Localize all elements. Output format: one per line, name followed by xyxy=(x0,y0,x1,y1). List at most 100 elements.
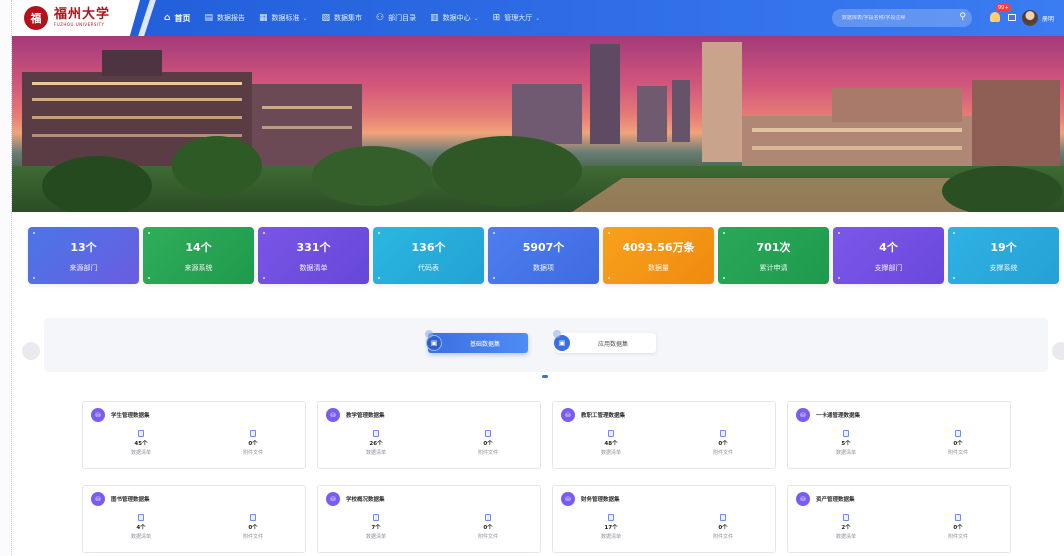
metric-label: 数据清单 xyxy=(130,534,151,540)
stat-label: 支撑系统 xyxy=(989,263,1018,272)
search-icon[interactable]: ⚲ xyxy=(959,12,966,22)
nav-item-label: 首页 xyxy=(174,13,191,23)
stat-card[interactable]: 19个支撑系统 xyxy=(948,227,1059,284)
dataset-group-icon: ⛁ xyxy=(91,492,105,506)
metric-attachments[interactable]: 0个 附件文件 xyxy=(693,514,753,540)
dataset-card[interactable]: ⛁ 教职工管理数据集 48个 数据清单 0个 附件文件 xyxy=(552,401,776,469)
metric-list[interactable]: 17个 数据清单 xyxy=(581,514,641,540)
metric-attachments[interactable]: 0个 附件文件 xyxy=(693,430,753,456)
metric-value: 4个 xyxy=(136,525,146,531)
nav-item-3[interactable]: ▧ 数据集市 xyxy=(322,13,363,23)
nav-item-4[interactable]: ⚇ 部门目录 xyxy=(376,13,416,23)
dataset-card[interactable]: ⛁ 学生管理数据集 45个 数据清单 0个 附件文件 xyxy=(82,401,306,469)
metric-attachments[interactable]: 0个 附件文件 xyxy=(223,514,283,540)
dataset-title: 一卡通管理数据集 xyxy=(816,413,861,419)
dataset-title: 教职工管理数据集 xyxy=(581,413,626,419)
nav-item-label: 管理大厅 xyxy=(504,14,533,22)
file-icon xyxy=(485,430,491,437)
metric-list[interactable]: 2个数据清单 xyxy=(816,514,876,540)
prev-arrow-button[interactable] xyxy=(22,342,40,360)
nav-item-5[interactable]: ▥ 数据中心 ⌄ xyxy=(430,13,479,23)
metric-value: 17个 xyxy=(604,525,618,531)
next-arrow-button[interactable] xyxy=(1052,342,1064,360)
list-icon xyxy=(138,514,144,521)
stat-card[interactable]: 5907个 数据项 xyxy=(488,227,599,284)
center-icon: ▥ xyxy=(430,13,439,23)
stat-value: 701次 xyxy=(756,240,791,254)
avatar[interactable] xyxy=(1022,10,1038,26)
stat-label: 数据清单 xyxy=(299,263,328,272)
metric-list[interactable]: 4个数据清单 xyxy=(111,514,171,540)
metric-list[interactable]: 48个 数据清单 xyxy=(581,430,641,456)
message-icon[interactable] xyxy=(1008,14,1016,21)
metric-attachments[interactable]: 0个 附件文件 xyxy=(223,430,283,456)
notification-bell-icon[interactable] xyxy=(990,12,1002,24)
dataset-card[interactable]: ⛁ 一卡通管理数据集 5个 数据清单 0个 附件文件 xyxy=(787,401,1011,469)
metric-list[interactable]: 26个数据清单 xyxy=(346,430,406,456)
list-icon xyxy=(373,430,379,437)
metric-attachments[interactable]: 0个附件文件 xyxy=(458,430,518,456)
metric-attachments[interactable]: 0个 附件文件 xyxy=(458,514,518,540)
metric-label: 附件文件 xyxy=(477,450,498,456)
stat-card[interactable]: 331个 数据清单 xyxy=(258,227,369,284)
metric-label: 附件文件 xyxy=(947,534,968,540)
nav-item-1[interactable]: ▤ 数据报告 xyxy=(204,13,245,23)
dataset-title: 学校概况数据集 xyxy=(346,497,385,503)
stat-card[interactable]: 136个代码表 xyxy=(373,227,484,284)
stat-value: 14个 xyxy=(185,240,212,254)
dataset-card[interactable]: ⛁ 资产管理数据集 2个 数据清单 0个 附件文件 xyxy=(787,485,1011,553)
metric-list[interactable]: 7个 数据清单 xyxy=(346,514,406,540)
metric-attachments[interactable]: 0个附件文件 xyxy=(928,514,988,540)
tab-app-datasets[interactable]: ▣ 应用数据集 xyxy=(553,330,656,353)
list-icon xyxy=(373,514,379,521)
dataset-group-icon: ⛁ xyxy=(326,408,340,422)
stat-value: 136个 xyxy=(411,240,446,254)
nav-item-0[interactable]: ⌂ 首页 xyxy=(164,13,190,24)
dataset-group-icon: ⛁ xyxy=(561,408,575,422)
chevron-down-icon: ⌄ xyxy=(535,14,541,22)
metric-value: 0个 xyxy=(953,525,963,531)
dataset-title: 资产管理数据集 xyxy=(816,497,855,503)
nav-item-label: 数据中心 xyxy=(442,14,471,22)
dataset-card[interactable]: ⛁ 学校概况数据集 7个 数据清单 0个 附件文件 xyxy=(317,485,541,553)
market-icon: ▧ xyxy=(321,13,331,23)
stat-card[interactable]: 4093.56万条 数据量 xyxy=(603,227,714,284)
metric-attachments[interactable]: 0个 附件文件 xyxy=(928,430,988,456)
stat-value: 19个 xyxy=(990,240,1017,254)
username[interactable]: 册明 xyxy=(1042,14,1054,23)
dataset-group-icon: ⛁ xyxy=(796,408,810,422)
file-icon xyxy=(955,430,961,437)
metric-value: 26个 xyxy=(369,441,383,447)
active-tab-indicator xyxy=(542,375,548,378)
metric-value: 45个 xyxy=(134,441,148,447)
nav-menu: ⌂ 首页 ▤ 数据报告 ▦ 数据标准 ⌄ ▧ 数据集市 ⚇ 部门目录 ▥ 数据中心 ⌄ ⊞ 管理大厅 ⌄ xyxy=(164,13,554,24)
stat-card[interactable]: 13个 来源部门 xyxy=(28,227,139,284)
nav-item-6[interactable]: ⊞ 管理大厅 ⌄ xyxy=(493,13,541,23)
search-input[interactable] xyxy=(842,15,952,21)
file-icon xyxy=(485,514,491,521)
nav-item-2[interactable]: ▦ 数据标准 ⌄ xyxy=(259,13,308,23)
metric-list[interactable]: 45个数据清单 xyxy=(111,430,171,456)
home-icon: ⌂ xyxy=(164,13,171,23)
tab-basic-label: 基础数据集 xyxy=(469,340,500,348)
metric-label: 数据清单 xyxy=(835,534,856,540)
metric-label: 附件文件 xyxy=(477,534,498,540)
dataset-card[interactable]: ⛁ 图书管理数据集 4个 数据清单 0个 附件文件 xyxy=(82,485,306,553)
logo[interactable]: 福 福州大学 FUZHOU UNIVERSITY xyxy=(12,0,140,36)
metric-value: 0个 xyxy=(483,441,493,447)
stat-card[interactable]: 4个 支撑部门 xyxy=(833,227,944,284)
metric-label: 数据清单 xyxy=(130,450,151,456)
metric-value: 2个 xyxy=(841,525,851,531)
dataset-card[interactable]: ⛁ 教学管理数据集 26个 数据清单 0个 附件文件 xyxy=(317,401,541,469)
metric-label: 附件文件 xyxy=(947,450,968,456)
tab-basic-datasets[interactable]: ▣ 基础数据集 xyxy=(425,330,528,353)
dataset-card[interactable]: ⛁ 财务管理数据集 17个 数据清单 0个 附件文件 xyxy=(552,485,776,553)
stat-card[interactable]: 701次 累计申请 xyxy=(718,227,829,284)
metric-value: 0个 xyxy=(248,525,258,531)
logo-text-en: FUZHOU UNIVERSITY xyxy=(54,22,105,27)
metric-label: 数据清单 xyxy=(365,450,386,456)
metric-list[interactable]: 5个 数据清单 xyxy=(816,430,876,456)
search-box[interactable]: ⚲ xyxy=(832,9,972,27)
stat-card[interactable]: 14个 来源系统 xyxy=(143,227,254,284)
stat-label: 代码表 xyxy=(418,263,439,272)
